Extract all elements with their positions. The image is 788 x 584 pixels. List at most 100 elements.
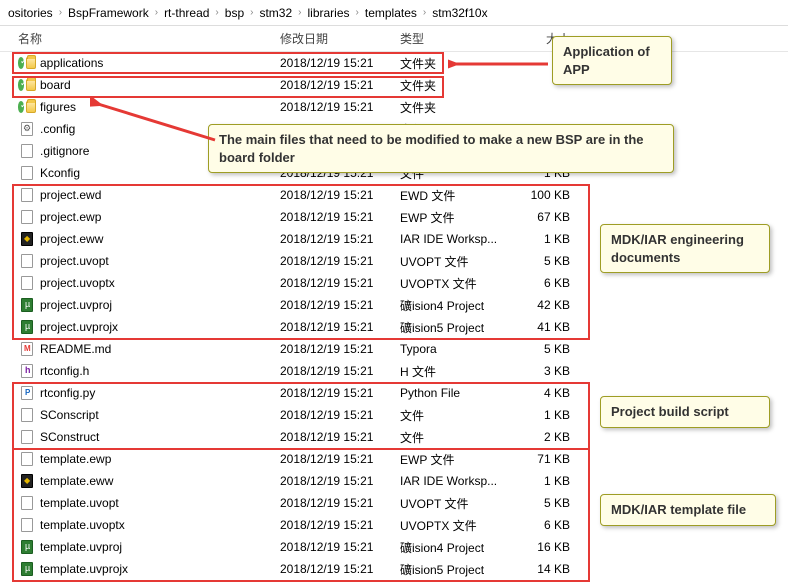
cell-type: UVOPT 文件 — [400, 253, 520, 270]
cell-size: 71 KB — [520, 452, 590, 466]
breadcrumb-item[interactable]: rt-thread — [162, 6, 211, 20]
cell-type: EWD 文件 — [400, 187, 520, 204]
file-row[interactable]: README.md2018/12/19 15:21Typora5 KB — [0, 338, 788, 360]
cell-type: 礦ision5 Project — [400, 319, 520, 336]
breadcrumb-item[interactable]: ositories — [6, 6, 55, 20]
header-name[interactable]: 名称 — [0, 30, 280, 47]
green-file-icon — [21, 562, 33, 576]
cell-name[interactable]: template.eww — [0, 473, 280, 489]
file-file-icon — [21, 496, 33, 510]
cell-name[interactable]: template.uvproj — [0, 539, 280, 555]
file-row[interactable]: figures2018/12/19 15:21文件夹 — [0, 96, 788, 118]
breadcrumb-item[interactable]: templates — [363, 6, 419, 20]
file-row[interactable]: project.ewd2018/12/19 15:21EWD 文件100 KB — [0, 184, 788, 206]
cell-size: 42 KB — [520, 298, 590, 312]
cell-date: 2018/12/19 15:21 — [280, 518, 400, 532]
callout-template: MDK/IAR template file — [600, 494, 776, 526]
file-row[interactable]: template.uvproj2018/12/19 15:21礦ision4 P… — [0, 536, 788, 558]
cell-type: UVOPT 文件 — [400, 495, 520, 512]
file-name: template.eww — [40, 474, 113, 488]
header-type[interactable]: 类型 — [400, 30, 520, 47]
file-row[interactable]: template.ewp 2018/12/19 15:21EWP 文件71 KB — [0, 448, 788, 470]
cell-date: 2018/12/19 15:21 — [280, 78, 400, 92]
green-file-icon — [21, 320, 33, 334]
breadcrumb-item[interactable]: libraries — [306, 6, 352, 20]
file-name: README.md — [40, 342, 111, 356]
cell-type: 文件夹 — [400, 77, 520, 94]
file-name: template.uvproj — [40, 540, 122, 554]
cell-name[interactable]: rtconfig.h — [0, 363, 280, 379]
status-check-icon — [18, 101, 24, 113]
cell-type: EWP 文件 — [400, 451, 520, 468]
file-row[interactable]: project.uvprojx2018/12/19 15:21礦ision5 P… — [0, 316, 788, 338]
file-name: project.ewd — [40, 188, 101, 202]
cell-date: 2018/12/19 15:21 — [280, 254, 400, 268]
cell-name[interactable]: applications — [0, 55, 280, 71]
file-row[interactable]: project.uvproj2018/12/19 15:21礦ision4 Pr… — [0, 294, 788, 316]
callout-build-script: Project build script — [600, 396, 770, 428]
file-row[interactable]: template.eww 2018/12/19 15:21IAR IDE Work… — [0, 470, 788, 492]
cell-name[interactable]: figures — [0, 99, 280, 115]
cell-size: 1 KB — [520, 474, 590, 488]
file-name: project.uvproj — [40, 298, 112, 312]
cell-size: 3 KB — [520, 364, 590, 378]
callout-application: Application of APP — [552, 36, 672, 85]
cell-name[interactable]: board — [0, 77, 280, 93]
file-row[interactable]: rtconfig.h2018/12/19 15:21H 文件3 KB — [0, 360, 788, 382]
file-name: template.ewp — [40, 452, 111, 466]
cell-type: EWP 文件 — [400, 209, 520, 226]
cell-name[interactable]: project.ewd — [0, 187, 280, 203]
cell-name[interactable]: SConstruct — [0, 429, 280, 445]
cell-type: Python File — [400, 386, 520, 400]
breadcrumb[interactable]: ositories›BspFramework›rt-thread›bsp›stm… — [0, 0, 788, 26]
cog-file-icon — [21, 122, 33, 136]
cell-date: 2018/12/19 15:21 — [280, 452, 400, 466]
cell-name[interactable]: project.uvproj — [0, 297, 280, 313]
file-file-icon — [21, 518, 33, 532]
file-row[interactable]: template.uvprojx2018/12/19 15:21礦ision5 … — [0, 558, 788, 580]
cell-name[interactable]: project.uvprojx — [0, 319, 280, 335]
breadcrumb-item[interactable]: bsp — [223, 6, 246, 20]
file-name: rtconfig.h — [40, 364, 89, 378]
chevron-right-icon: › — [294, 7, 305, 18]
breadcrumb-item[interactable]: BspFramework — [66, 6, 151, 20]
cell-name[interactable]: README.md — [0, 341, 280, 357]
file-name: project.ewp — [40, 210, 101, 224]
status-check-icon — [18, 57, 24, 69]
cell-name[interactable]: template.uvprojx — [0, 561, 280, 577]
cell-type: H 文件 — [400, 363, 520, 380]
file-name: figures — [40, 100, 76, 114]
cell-name[interactable]: project.uvopt — [0, 253, 280, 269]
file-file-icon — [21, 144, 33, 158]
cell-date: 2018/12/19 15:21 — [280, 496, 400, 510]
file-row[interactable]: SConstruct2018/12/19 15:21文件2 KB — [0, 426, 788, 448]
file-row[interactable]: project.uvoptx2018/12/19 15:21UVOPTX 文件6… — [0, 272, 788, 294]
chevron-right-icon: › — [151, 7, 162, 18]
chevron-right-icon: › — [352, 7, 363, 18]
file-name: project.uvopt — [40, 254, 109, 268]
file-name: project.uvoptx — [40, 276, 115, 290]
cell-name[interactable]: rtconfig.py — [0, 385, 280, 401]
breadcrumb-item[interactable]: stm32f10x — [430, 6, 489, 20]
header-date[interactable]: 修改日期 — [280, 30, 400, 47]
cell-date: 2018/12/19 15:21 — [280, 562, 400, 576]
status-check-icon — [18, 79, 24, 91]
chevron-right-icon: › — [246, 7, 257, 18]
file-name: SConstruct — [40, 430, 99, 444]
cell-type: Typora — [400, 342, 520, 356]
cell-name[interactable]: project.eww — [0, 231, 280, 247]
cell-date: 2018/12/19 15:21 — [280, 474, 400, 488]
cell-name[interactable]: template.ewp — [0, 451, 280, 467]
cell-size: 6 KB — [520, 518, 590, 532]
cell-name[interactable]: project.uvoptx — [0, 275, 280, 291]
chevron-right-icon: › — [419, 7, 430, 18]
cell-type: UVOPTX 文件 — [400, 517, 520, 534]
cell-name[interactable]: template.uvoptx — [0, 517, 280, 533]
cell-name[interactable]: template.uvopt — [0, 495, 280, 511]
cell-name[interactable]: SConscript — [0, 407, 280, 423]
breadcrumb-item[interactable]: stm32 — [257, 6, 294, 20]
file-name: template.uvprojx — [40, 562, 128, 576]
cell-type: IAR IDE Worksp... — [400, 474, 520, 488]
cell-name[interactable]: project.ewp — [0, 209, 280, 225]
cell-size: 41 KB — [520, 320, 590, 334]
